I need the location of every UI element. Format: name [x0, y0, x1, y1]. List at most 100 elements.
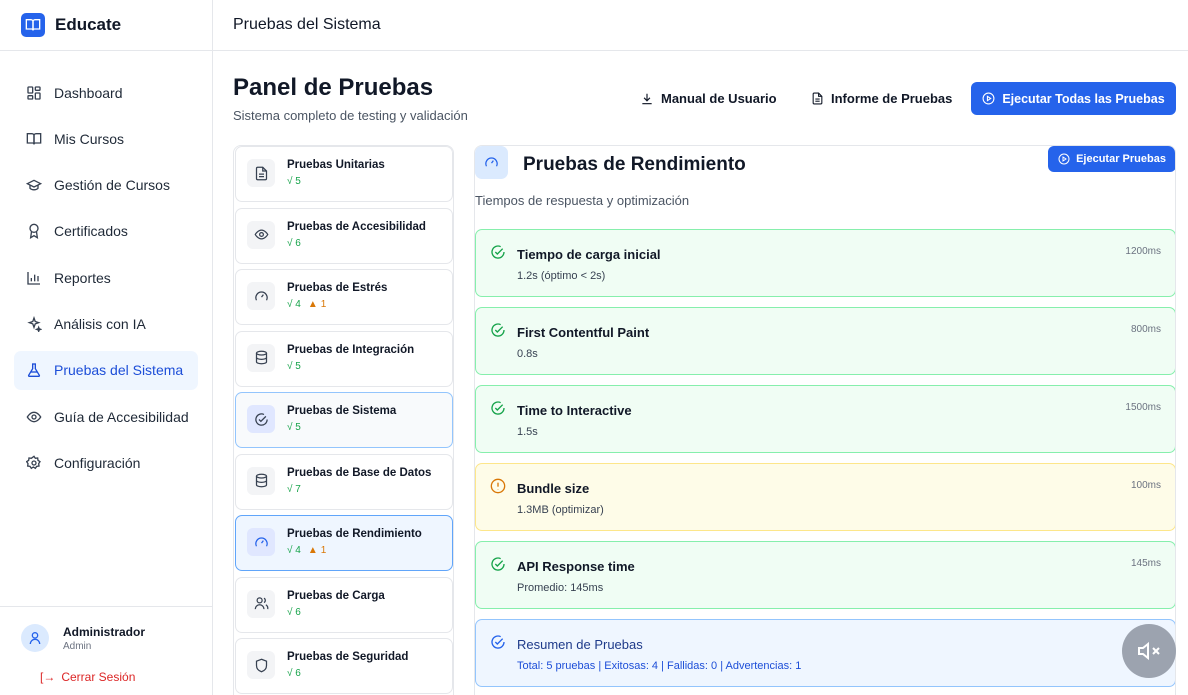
category-stats: √ 6 [287, 668, 301, 679]
sidebar-item-guia-accesibilidad[interactable]: Guía de Accesibilidad [14, 397, 198, 436]
warning-count: 1 [320, 545, 327, 556]
sidebar-item-reportes[interactable]: Reportes [14, 258, 198, 297]
category-base-datos[interactable]: Pruebas de Base de Datos √ 7 [235, 453, 453, 510]
download-icon [640, 92, 654, 106]
sidebar-item-dashboard[interactable]: Dashboard [14, 73, 198, 112]
page-subtitle: Sistema completo de testing y validación [233, 108, 468, 123]
logout-button[interactable]: [→ Cerrar Sesión [40, 670, 135, 684]
detail-subtitle: Tiempos de respuesta y optimización [475, 193, 690, 208]
sidebar-item-gestion-cursos[interactable]: Gestión de Cursos [14, 166, 198, 205]
category-accesibilidad[interactable]: Pruebas de Accesibilidad √ 6 [235, 207, 453, 264]
passed-count: √ 6 [287, 668, 301, 679]
passed-count: √ 4 [287, 545, 301, 556]
sidebar-item-pruebas-sistema[interactable]: Pruebas del Sistema [14, 350, 198, 390]
book-open-icon [26, 131, 42, 147]
user-icon [29, 632, 41, 645]
play-circle-icon [1058, 153, 1070, 165]
sidebar-item-mis-cursos[interactable]: Mis Cursos [14, 119, 198, 158]
layout-grid-icon [26, 85, 42, 101]
file-text-icon [247, 159, 275, 187]
gauge-icon [247, 528, 275, 556]
category-stats: √ 4 ▲ 1 [287, 545, 326, 556]
result-detail: 1.3MB (optimizar) [517, 504, 604, 516]
result-title: Tiempo de carga inicial [517, 247, 661, 262]
sidebar-item-label: Configuración [54, 454, 141, 471]
sidebar: Educate Dashboard Mis Cursos Gestión de … [0, 0, 213, 695]
category-stats: √ 4 ▲ 1 [287, 299, 326, 310]
test-result-card: First Contentful Paint 0.8s 800ms [475, 307, 1175, 375]
manual-button[interactable]: Manual de Usuario [640, 82, 777, 115]
sidebar-item-label: Mis Cursos [54, 130, 125, 147]
user-role: Admin [63, 641, 92, 652]
check-circle-icon [491, 245, 505, 259]
result-title: API Response time [517, 559, 635, 574]
sidebar-item-label: Certificados [54, 223, 128, 240]
check-circle-icon [491, 557, 505, 571]
category-rendimiento[interactable]: Pruebas de Rendimiento √ 4 ▲ 1 [235, 515, 453, 571]
mute-toggle-button[interactable] [1122, 624, 1176, 678]
alert-circle-icon [490, 478, 506, 494]
run-all-button[interactable]: Ejecutar Todas las Pruebas [971, 82, 1176, 115]
passed-count: √ 5 [287, 176, 301, 187]
sidebar-item-analisis-ia[interactable]: Análisis con IA [14, 304, 198, 343]
sidebar-item-label: Dashboard [54, 84, 123, 101]
test-result-card: Bundle size 1.3MB (optimizar) 100ms [475, 463, 1175, 531]
user-name: Administrador [63, 625, 146, 639]
category-name: Pruebas de Rendimiento [287, 528, 422, 540]
flask-icon [26, 362, 42, 378]
check-circle-icon [491, 323, 505, 337]
passed-count: √ 4 [287, 299, 301, 310]
result-time: 100ms [1130, 480, 1161, 491]
brand[interactable]: Educate [0, 0, 212, 51]
passed-count: √ 5 [287, 360, 301, 372]
result-time: 800ms [1130, 324, 1161, 335]
test-summary-card: Resumen de Pruebas Total: 5 pruebas | Ex… [475, 619, 1175, 687]
category-stats: √ 5 [287, 361, 301, 372]
category-unitarias[interactable]: Pruebas Unitarias √ 5 [235, 146, 453, 202]
category-stats: √ 5 [287, 422, 301, 433]
eye-icon [247, 220, 275, 249]
sidebar-item-configuracion[interactable]: Configuración [14, 443, 198, 482]
category-name: Pruebas Unitarias [287, 159, 385, 171]
check-circle-icon [491, 635, 505, 649]
sidebar-item-certificados[interactable]: Certificados [14, 212, 198, 251]
run-all-label: Ejecutar Todas las Pruebas [1002, 91, 1165, 106]
result-time: 1500ms [1125, 402, 1161, 413]
topbar-title: Pruebas del Sistema [233, 16, 381, 33]
test-category-list: Pruebas Unitarias √ 5 Pruebas de Accesib… [233, 145, 454, 695]
avatar[interactable] [21, 624, 49, 652]
category-carga[interactable]: Pruebas de Carga √ 6 [235, 576, 453, 633]
category-integracion[interactable]: Pruebas de Integración √ 5 [235, 330, 453, 387]
informe-button[interactable]: Informe de Pruebas [811, 82, 952, 115]
sidebar-nav: Dashboard Mis Cursos Gestión de Cursos C… [0, 51, 212, 482]
category-sistema[interactable]: Pruebas de Sistema √ 5 [235, 392, 453, 448]
test-result-card: Time to Interactive 1.5s 1500ms [475, 385, 1175, 453]
database-icon [247, 466, 275, 495]
sidebar-item-label: Gestión de Cursos [54, 177, 170, 194]
summary-title: Resumen de Pruebas [517, 637, 643, 652]
category-stats: √ 6 [287, 238, 301, 249]
sidebar-item-label: Reportes [54, 269, 111, 286]
eye-icon [26, 409, 42, 425]
warning-count: 1 [320, 299, 327, 310]
category-name: Pruebas de Accesibilidad [287, 220, 426, 233]
category-estres[interactable]: Pruebas de Estrés √ 4 ▲ 1 [235, 269, 453, 325]
sparkles-icon [26, 315, 42, 332]
run-tests-label: Ejecutar Pruebas [1076, 153, 1166, 165]
category-stats: √ 5 [287, 176, 301, 187]
result-title: Bundle size [517, 481, 590, 496]
result-detail: 1.2s (óptimo < 2s) [517, 270, 606, 282]
detail-title: Pruebas de Rendimiento [523, 154, 746, 175]
summary-detail: Total: 5 pruebas | Exitosas: 4 | Fallida… [517, 660, 802, 672]
check-circle-icon [491, 401, 505, 415]
run-tests-button[interactable]: Ejecutar Pruebas [1048, 146, 1175, 172]
graduation-cap-icon [26, 177, 42, 193]
informe-label: Informe de Pruebas [831, 91, 953, 106]
category-seguridad[interactable]: Pruebas de Seguridad √ 6 [235, 638, 453, 694]
volume-mute-icon [1138, 641, 1160, 661]
database-icon [247, 343, 275, 372]
settings-icon [26, 455, 42, 471]
shield-icon [247, 651, 275, 679]
category-name: Pruebas de Estrés [287, 282, 388, 294]
result-title: First Contentful Paint [517, 325, 650, 340]
